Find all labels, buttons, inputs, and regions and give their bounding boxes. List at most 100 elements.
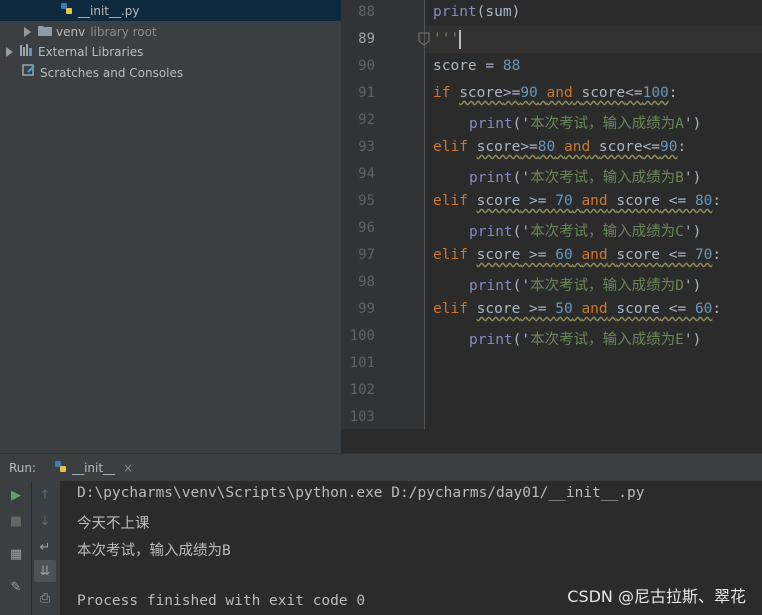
line-number: 93 bbox=[358, 139, 375, 155]
code-token: 本次考试，输入成绩为B bbox=[530, 170, 684, 186]
tree-item-label: venv bbox=[56, 24, 86, 39]
stop-icon[interactable]: ■ bbox=[5, 510, 27, 532]
code-token: 本次考试，输入成绩为A bbox=[530, 116, 684, 132]
expand-arrow-icon[interactable] bbox=[24, 26, 31, 37]
layout-icon[interactable]: ▦ bbox=[5, 543, 27, 565]
pin-icon[interactable]: ✎ bbox=[5, 576, 27, 598]
code-token: >= bbox=[520, 301, 556, 317]
code-line-88: print(sum) bbox=[433, 4, 520, 20]
close-tab-icon[interactable]: × bbox=[123, 461, 133, 475]
code-token: elif bbox=[433, 193, 468, 209]
tree-item-label: Scratches and Consoles bbox=[40, 65, 184, 80]
fold-marker-icon[interactable] bbox=[418, 31, 430, 50]
expand-arrow-icon[interactable] bbox=[6, 46, 13, 57]
line-number: 103 bbox=[349, 409, 375, 425]
tree-item-external-libraries[interactable]: External Libraries bbox=[0, 41, 341, 62]
code-token: (sum) bbox=[476, 4, 521, 20]
code-token: print bbox=[433, 4, 477, 20]
rerun-icon[interactable]: ▶ bbox=[5, 484, 27, 506]
code-line-94: print('本次考试，输入成绩为B') bbox=[469, 166, 701, 187]
code-token: 100 bbox=[642, 85, 669, 101]
line-number: 90 bbox=[358, 58, 375, 74]
code-token: ') bbox=[683, 170, 702, 186]
code-token: <= bbox=[660, 301, 695, 317]
code-token: elif bbox=[433, 139, 468, 155]
toolbar-divider bbox=[31, 481, 32, 615]
code-token: and bbox=[563, 139, 591, 155]
code-line-98: print('本次考试，输入成绩为D') bbox=[469, 274, 701, 295]
print-icon[interactable]: ⎙ bbox=[34, 587, 56, 609]
code-token: print bbox=[469, 170, 513, 186]
code-token: score bbox=[476, 139, 521, 155]
line-number: 96 bbox=[358, 220, 375, 236]
line-number: 99 bbox=[358, 301, 375, 317]
code-token: score bbox=[476, 247, 521, 263]
code-token: elif bbox=[433, 247, 468, 263]
up-arrow-icon[interactable]: ↑ bbox=[34, 484, 56, 506]
code-token: ') bbox=[683, 224, 702, 240]
code-token: if bbox=[433, 85, 451, 101]
code-token: >= bbox=[520, 247, 556, 263]
line-number: 91 bbox=[358, 85, 375, 101]
line-number: 88 bbox=[358, 4, 375, 20]
code-token: 60 bbox=[555, 247, 573, 263]
tree-item-venv[interactable]: venv library root bbox=[0, 21, 341, 42]
code-token: 90 bbox=[660, 139, 678, 155]
scroll-to-end-icon[interactable]: ⇊ bbox=[34, 560, 56, 582]
code-token: score bbox=[616, 301, 661, 317]
tree-item-scratches[interactable]: Scratches and Consoles bbox=[0, 62, 341, 83]
line-number: 102 bbox=[349, 382, 375, 398]
code-token: 60 bbox=[694, 301, 713, 317]
tree-item-label: External Libraries bbox=[38, 44, 144, 59]
line-number: 97 bbox=[358, 247, 375, 263]
code-token: print bbox=[469, 332, 513, 348]
code-token: ') bbox=[683, 332, 702, 348]
code-token: and bbox=[581, 301, 608, 317]
code-token: (' bbox=[512, 170, 531, 186]
console-output-line: 本次考试，输入成绩为B bbox=[77, 543, 231, 559]
code-token: 80 bbox=[537, 139, 556, 155]
line-number: 101 bbox=[349, 355, 375, 371]
line-number: 94 bbox=[358, 166, 375, 182]
scratches-icon bbox=[22, 64, 36, 81]
soft-wrap-icon[interactable]: ↵ bbox=[34, 536, 56, 558]
code-line-89: ''' bbox=[433, 31, 460, 47]
code-token: 本次考试，输入成绩为C bbox=[530, 224, 684, 240]
code-token: and bbox=[546, 85, 573, 101]
run-tool-header: Run: __init__ × bbox=[0, 453, 762, 482]
code-token: print bbox=[469, 278, 513, 294]
line-number: 95 bbox=[358, 193, 375, 209]
code-token: 90 bbox=[520, 85, 538, 101]
code-token: : bbox=[712, 193, 722, 209]
code-line-97: elif score >= 60 and score <= 70: bbox=[433, 247, 721, 263]
code-line-91: if score>=90 and score<=100: bbox=[433, 85, 678, 101]
console-output-line: Process finished with exit code 0 bbox=[77, 593, 366, 609]
code-token: print bbox=[469, 116, 513, 132]
project-panel: __init__.py venv library root External L… bbox=[0, 0, 341, 453]
code-token: and bbox=[581, 193, 608, 209]
code-token: score bbox=[581, 85, 626, 101]
line-number: 100 bbox=[349, 328, 375, 344]
code-token: >= bbox=[520, 139, 538, 155]
console-output-line: D:\pycharms\venv\Scripts\python.exe D:/p… bbox=[77, 485, 645, 501]
code-token: score bbox=[459, 85, 503, 101]
python-file-icon bbox=[60, 2, 74, 19]
run-tab-label[interactable]: __init__ bbox=[72, 461, 115, 475]
code-token: >= bbox=[520, 193, 556, 209]
current-line-highlight bbox=[425, 26, 762, 53]
code-token: : bbox=[677, 139, 687, 155]
code-line-96: print('本次考试，输入成绩为C') bbox=[469, 220, 701, 241]
libraries-icon bbox=[20, 44, 34, 59]
code-token: score bbox=[616, 247, 661, 263]
run-label: Run: bbox=[9, 461, 37, 475]
code-token: <= bbox=[660, 247, 695, 263]
code-line-90: score = 88 bbox=[433, 58, 520, 74]
code-token: 70 bbox=[694, 247, 713, 263]
down-arrow-icon[interactable]: ↓ bbox=[34, 510, 56, 532]
code-token: (' bbox=[512, 224, 531, 240]
tree-item-init-py[interactable]: __init__.py bbox=[0, 0, 341, 21]
code-token: score bbox=[598, 139, 643, 155]
folder-icon bbox=[38, 24, 52, 39]
console-output-line: 今天不上课 bbox=[77, 516, 150, 532]
code-token: 50 bbox=[555, 301, 573, 317]
